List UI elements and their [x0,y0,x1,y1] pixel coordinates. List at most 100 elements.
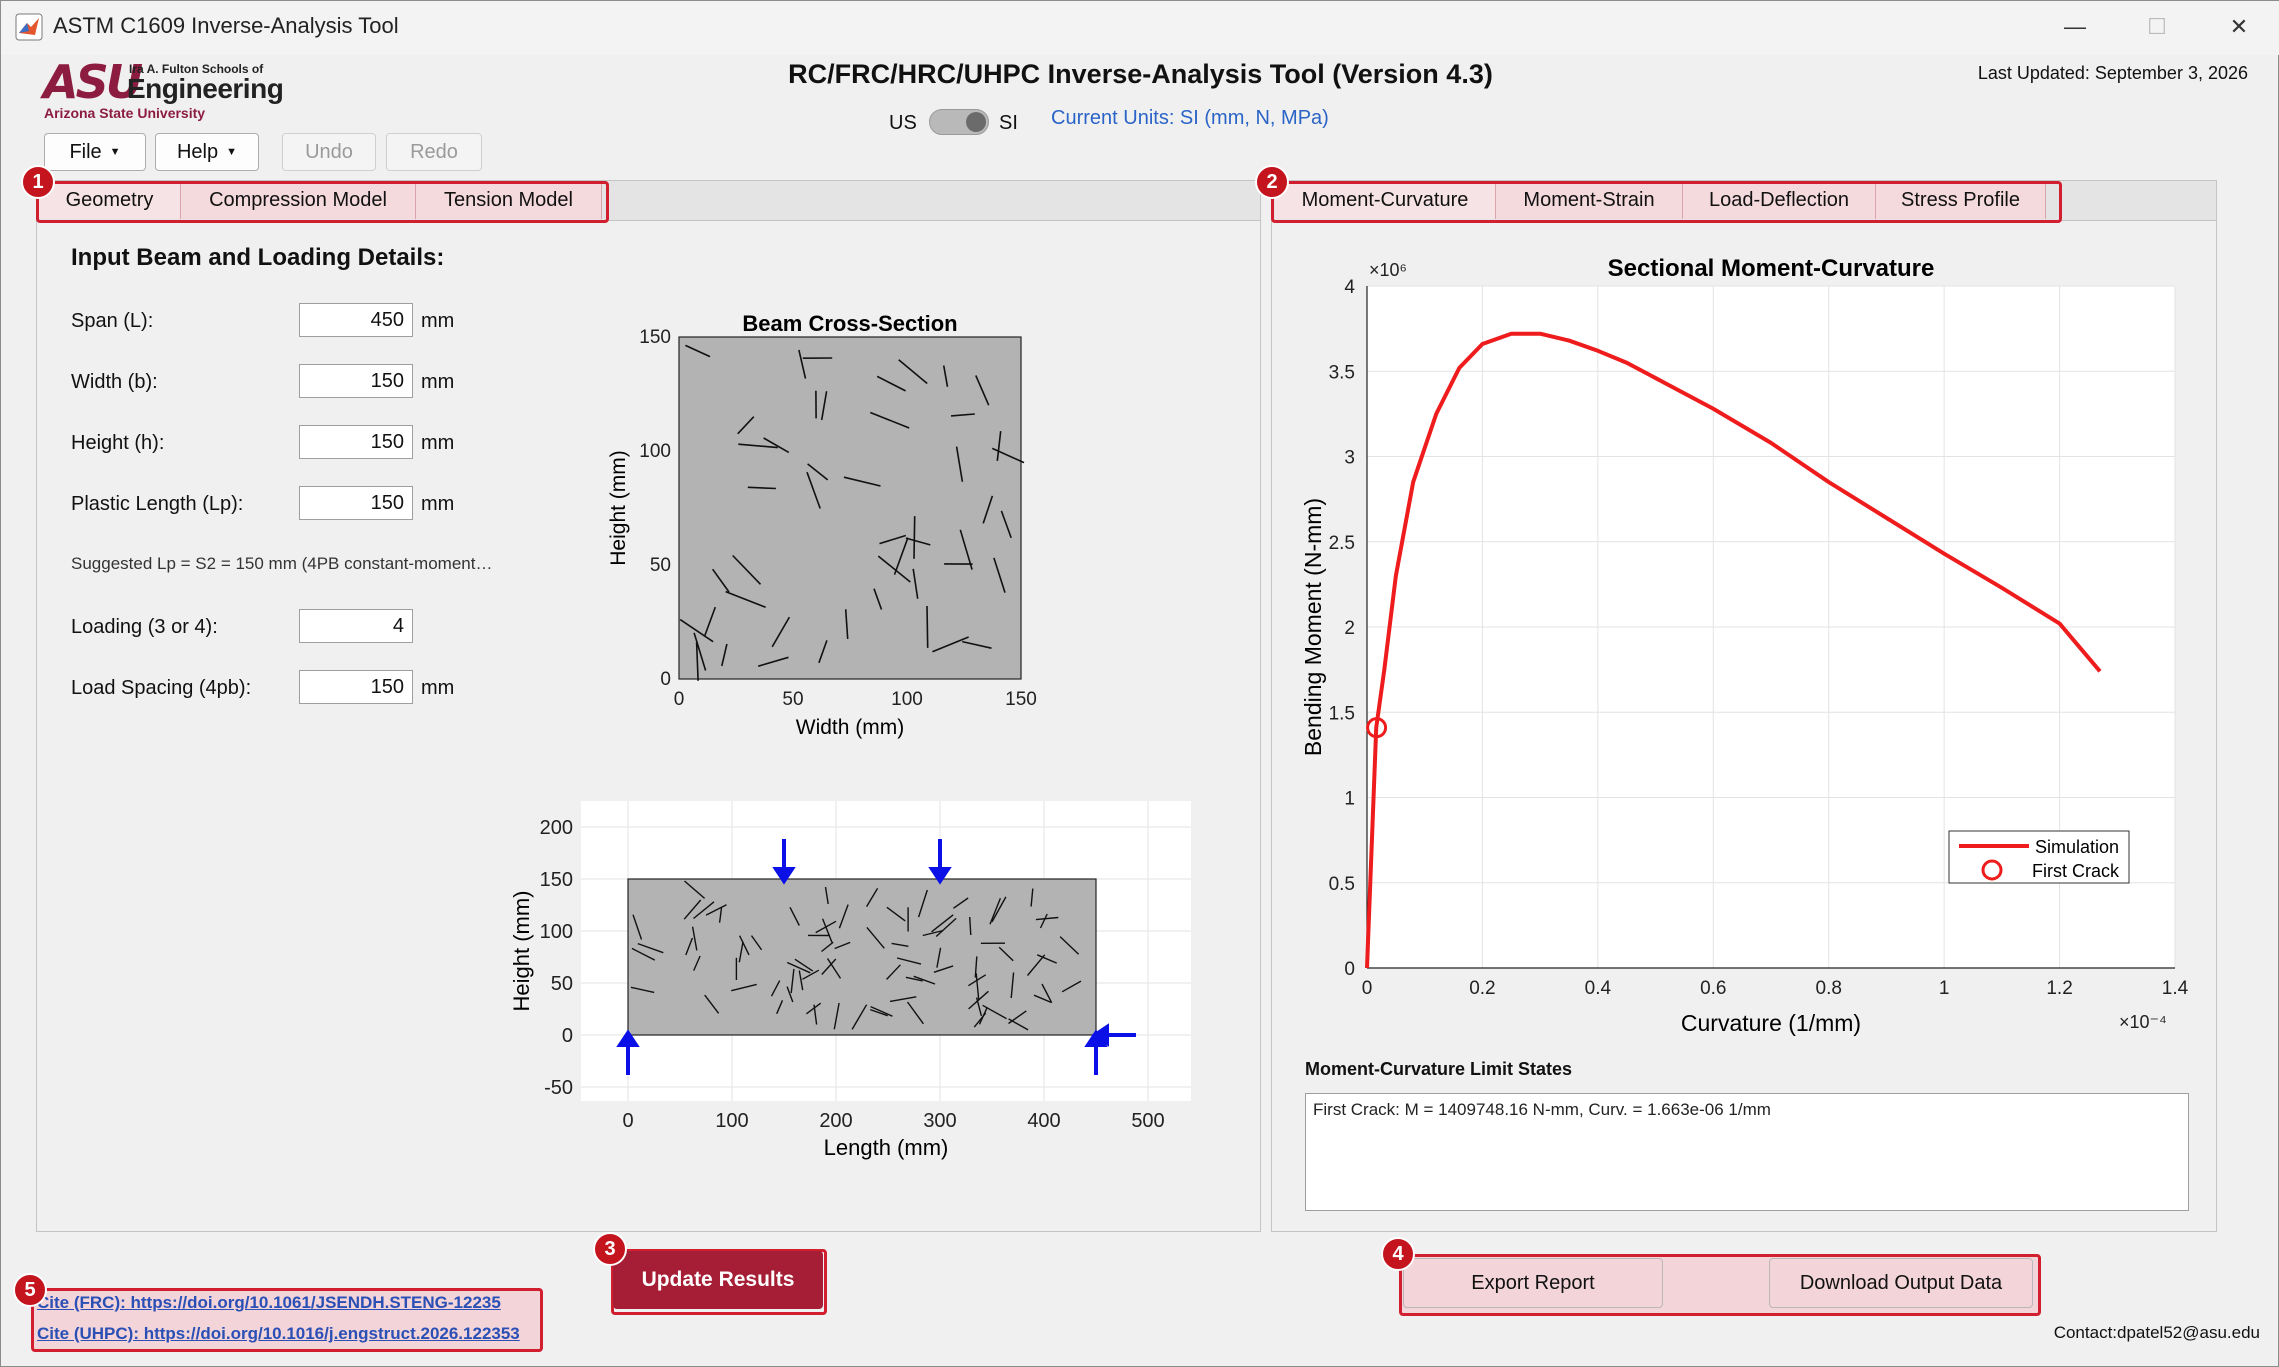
plastic-length-input[interactable]: 150 [299,486,413,520]
title-bar: ASTM C1609 Inverse-Analysis Tool — ☐ ✕ [1,1,2279,55]
chart-title: Sectional Moment-Curvature [1608,255,1935,282]
el-xtick: 500 [1131,1110,1164,1132]
el-xlabel: Length (mm) [824,1135,949,1160]
plastic-length-unit: mm [421,493,455,515]
loading-input[interactable]: 4 [299,609,413,643]
chart-xlabel: Curvature (1/mm) [1681,1010,1861,1036]
close-icon[interactable]: ✕ [2207,9,2271,45]
redo-button[interactable]: Redo [386,133,482,171]
chart-ylabel: Bending Moment (N-mm) [1300,498,1326,756]
el-ytick: 150 [540,869,573,891]
el-ytick: 0 [562,1025,573,1047]
height-label: Height (h): [71,432,165,454]
x-tick-label: 0.4 [1585,978,1612,999]
matlab-app-icon [15,13,43,41]
y-tick-label: 3.5 [1329,362,1355,383]
span-input[interactable]: 450 [299,303,413,337]
contact-text: Contact:dpatel52@asu.edu [2053,1323,2260,1342]
fiber-line [926,605,929,648]
moment-curvature-chart: Sectional Moment-Curvature ×10⁶ 0 0.2 0.4 0… [1300,255,2189,1036]
x-tick-label: 0.8 [1816,978,1842,999]
units-si-label: SI [999,112,1018,134]
cs-ytick: 50 [650,555,671,576]
last-updated: Last Updated: September 3, 2026 [1977,63,2248,83]
update-results-button[interactable]: Update Results [613,1251,823,1309]
undo-button[interactable]: Undo [282,133,376,171]
span-unit: mm [421,310,455,332]
x-tick-label: 1.2 [2046,978,2072,999]
load-spacing-label: Load Spacing (4pb): [71,677,252,699]
span-label: Span (L): [71,310,154,332]
export-report-button[interactable]: Export Report [1403,1258,1663,1308]
download-output-button[interactable]: Download Output Data [1769,1258,2033,1308]
y-tick-label: 2.5 [1329,533,1355,554]
cite-uhpc-link[interactable]: Cite (UHPC): https://doi.org/10.1016/j.e… [37,1324,520,1344]
units-toggle-switch[interactable] [929,109,989,135]
y-tick-label: 4 [1344,277,1355,298]
el-ylabel: Height (mm) [509,890,534,1011]
cite-frc-link[interactable]: Cite (FRC): https://doi.org/10.1061/JSEN… [37,1293,501,1313]
badge-5: 5 [13,1273,47,1307]
el-ytick: -50 [544,1077,573,1099]
y-tick-label: 3 [1344,448,1355,469]
current-units-text: Current Units: SI (mm, N, MPa) [1051,107,1329,129]
loading-label: Loading (3 or 4): [71,616,218,638]
el-xtick: 100 [715,1110,748,1132]
el-xtick: 300 [923,1110,956,1132]
height-unit: mm [421,432,455,454]
cs-ylabel: Height (mm) [607,450,630,566]
maximize-icon[interactable]: ☐ [2125,9,2189,45]
width-input[interactable]: 150 [299,364,413,398]
el-ytick: 200 [540,817,573,839]
caret-down-icon: ▼ [226,146,238,158]
cs-xtick: 0 [674,689,685,710]
x-tick-label: 0.6 [1700,978,1726,999]
geometry-heading: Input Beam and Loading Details: [71,244,445,271]
cross-section-plot: Beam Cross-Section 0 50 100 150 0 50 100… [607,311,1037,739]
highlight-box-left-tabs [36,181,609,223]
plastic-length-hint: Suggested Lp = S2 = 150 mm (4PB constant… [71,554,493,573]
el-xtick: 200 [819,1110,852,1132]
legend-label-simulation: Simulation [2035,837,2119,857]
x-tick-label: 1 [1939,978,1950,999]
help-menu-button[interactable]: Help ▼ [155,133,259,171]
y-tick-label: 0.5 [1329,874,1355,895]
height-input[interactable]: 150 [299,425,413,459]
chart-legend: Simulation First Crack [1948,830,2130,884]
el-ytick: 50 [551,973,573,995]
x-tick-label: 1.4 [2162,978,2189,999]
limit-states-title: Moment-Curvature Limit States [1305,1059,1573,1079]
y-exponent-label: ×10⁶ [1369,260,1407,280]
legend-label-first-crack: First Crack [2032,861,2120,881]
window-title: ASTM C1609 Inverse-Analysis Tool [53,13,399,38]
cs-xtick: 100 [891,689,923,710]
badge-4: 4 [1381,1237,1415,1271]
file-menu-button[interactable]: File ▼ [44,133,146,171]
y-tick-label: 1 [1344,789,1355,810]
app-window: ASTM C1609 Inverse-Analysis Tool — ☐ ✕ A… [0,0,2279,1367]
cs-xtick: 50 [782,689,803,710]
plastic-length-label: Plastic Length (Lp): [71,493,244,515]
y-tick-label: 0 [1344,959,1355,980]
highlight-box-right-tabs [1271,181,2062,223]
el-ytick: 100 [540,921,573,943]
section-area [678,336,1022,680]
fiber-line [913,516,916,559]
cs-xtick: 150 [1005,689,1037,710]
width-label: Width (b): [71,371,158,393]
badge-3: 3 [593,1232,627,1266]
cs-ytick: 150 [639,327,671,348]
limit-states-text: First Crack: M = 1409748.16 N-mm, Curv. … [1313,1100,1771,1119]
logo-university-text: Arizona State University [44,105,206,121]
x-tick-label: 0 [1362,978,1373,999]
app-title: RC/FRC/HRC/UHPC Inverse-Analysis Tool (V… [788,59,1493,89]
toggle-knob[interactable] [966,112,986,132]
load-spacing-unit: mm [421,677,455,699]
cs-xlabel: Width (mm) [796,716,905,739]
badge-1: 1 [21,165,55,199]
beam-elevation-plot: 0 100 200 300 400 500 -50 0 50 100 150 2… [509,801,1191,1160]
load-spacing-input[interactable]: 150 [299,670,413,704]
y-tick-label: 2 [1344,618,1355,639]
minimize-icon[interactable]: — [2043,9,2107,45]
cross-section-title: Beam Cross-Section [742,311,957,336]
